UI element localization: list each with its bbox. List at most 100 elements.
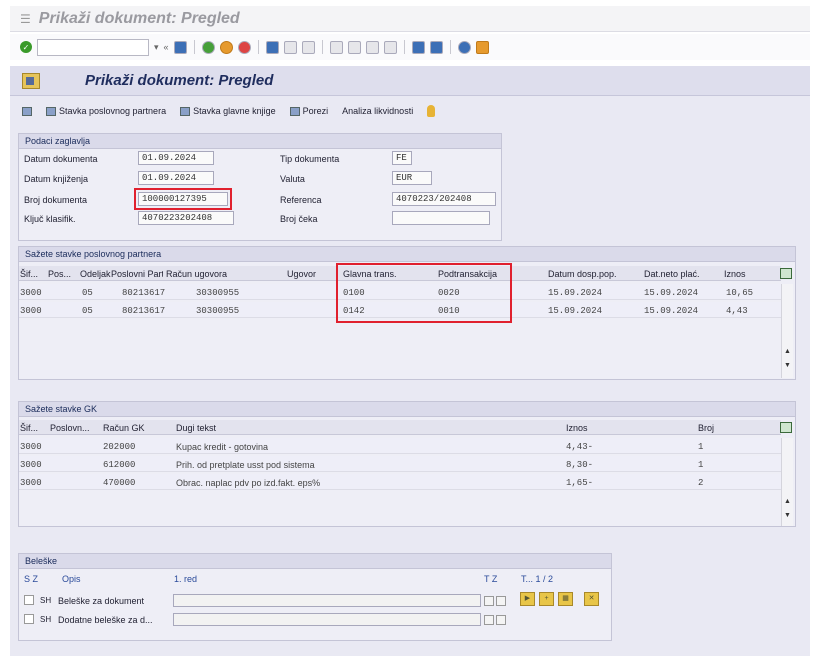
notes-row-checkbox[interactable]	[24, 595, 34, 605]
notes-t-checkbox[interactable]	[484, 596, 494, 606]
exit-icon[interactable]	[219, 40, 233, 54]
scroll-up-icon[interactable]: ▲	[784, 348, 791, 355]
taxes-button[interactable]: Porezi	[289, 106, 328, 116]
cheque-field[interactable]	[392, 211, 490, 225]
gl-col-header[interactable]: Broj	[698, 423, 714, 433]
bp-col-header[interactable]: Dat.neto plać.	[644, 269, 700, 279]
note-delete-icon[interactable]: ✕	[584, 592, 599, 606]
gl-col-header[interactable]: Iznos	[566, 423, 588, 433]
notes-row-label: Beleške za dokument	[58, 596, 145, 606]
class-key-label: Ključ klasifik.	[24, 214, 76, 224]
doc-type-label: Tip dokumenta	[280, 154, 340, 164]
bp-col-header[interactable]: Datum dosp.pop.	[548, 269, 617, 279]
print-icon[interactable]	[265, 40, 279, 54]
back-history-icon[interactable]: «	[164, 42, 169, 52]
scroll-down-icon[interactable]: ▼	[784, 512, 791, 519]
table-icon	[46, 106, 56, 116]
note-edit-icon[interactable]: ▶	[520, 592, 535, 606]
system-toolbar: ✓ ▾ «	[10, 34, 810, 60]
doc-number-highlight	[134, 188, 232, 210]
notes-line-field[interactable]	[173, 613, 481, 626]
notes-t-checkbox[interactable]	[484, 615, 494, 625]
note-table-icon[interactable]: ▦	[558, 592, 573, 606]
class-key-field[interactable]: 4070223202408	[138, 211, 234, 225]
back-icon[interactable]	[201, 40, 215, 54]
glasses-icon	[22, 106, 32, 116]
previous-page-icon[interactable]	[347, 40, 361, 54]
liquidity-analysis-button[interactable]: Analiza likvidnosti	[342, 106, 413, 116]
table-icon	[289, 106, 300, 116]
save-icon[interactable]	[173, 40, 187, 54]
notes-z-checkbox[interactable]	[496, 615, 506, 625]
find-next-icon[interactable]	[301, 40, 315, 54]
screen-title: Prikaži dokument: Pregled	[85, 72, 274, 89]
bp-col-header[interactable]: Iznos	[724, 269, 746, 279]
application-toolbar: Stavka poslovnog partnera Stavka glavne …	[10, 100, 810, 122]
enter-icon[interactable]: ✓	[20, 41, 32, 53]
gl-col-header[interactable]: Šif...	[20, 423, 38, 433]
cheque-label: Broj čeka	[280, 214, 318, 224]
gl-col-header[interactable]: Račun GK	[103, 423, 145, 433]
doc-date-field[interactable]: 01.09.2024	[138, 151, 214, 165]
bp-col-header[interactable]: Pos...	[48, 269, 71, 279]
notes-group-title: Beleške	[19, 554, 611, 569]
sap-window-icon: ☰	[20, 11, 31, 26]
customize-layout-icon[interactable]	[475, 40, 489, 54]
document-icon	[22, 72, 40, 89]
note-new-icon[interactable]: +	[539, 592, 554, 606]
gl-group-title: Sažete stavke GK	[19, 402, 795, 417]
scroll-up-icon[interactable]: ▲	[784, 498, 791, 505]
notes-col-line: 1. red	[174, 574, 198, 584]
gl-vertical-scrollbar[interactable]: ▲ ▼	[781, 438, 793, 526]
post-date-label: Datum knjiženja	[24, 174, 89, 184]
window-title-bar: ☰ Prikaži dokument: Pregled	[10, 6, 810, 32]
bp-col-header[interactable]: Poslovni Partner	[111, 269, 163, 279]
last-page-icon[interactable]	[383, 40, 397, 54]
doc-number-label: Broj dokumenta	[24, 195, 88, 205]
bp-col-header[interactable]: Račun ugovora	[166, 269, 227, 279]
notes-line-field[interactable]	[173, 594, 481, 607]
column-settings-icon[interactable]	[780, 268, 792, 279]
notes-col-tz: T Z	[484, 574, 498, 584]
lightbulb-icon[interactable]	[427, 105, 436, 117]
bp-items-button[interactable]: Stavka poslovnog partnera	[46, 106, 166, 116]
transaction-highlight	[336, 263, 512, 323]
doc-type-field[interactable]: FE	[392, 151, 412, 165]
reference-label: Referenca	[280, 195, 322, 205]
gl-items-button[interactable]: Stavka glavne knjige	[180, 106, 276, 116]
shortcut-icon[interactable]	[429, 40, 443, 54]
bp-group-title: Sažete stavke poslovnog partnera	[19, 247, 795, 262]
next-page-icon[interactable]	[365, 40, 379, 54]
column-settings-icon[interactable]	[780, 422, 792, 433]
notes-col-desc: Opis	[62, 574, 81, 584]
bp-col-header[interactable]: Odeljak	[80, 269, 111, 279]
command-history-icon[interactable]: ▾	[154, 42, 159, 53]
notes-pager: T... 1 / 2	[521, 574, 554, 584]
cancel-icon[interactable]	[237, 40, 251, 54]
first-page-icon[interactable]	[329, 40, 343, 54]
currency-field[interactable]: EUR	[392, 171, 432, 185]
currency-label: Valuta	[280, 174, 305, 184]
notes-row-checkbox[interactable]	[24, 614, 34, 624]
header-group-title: Podaci zaglavlja	[19, 134, 501, 149]
post-date-field[interactable]: 01.09.2024	[138, 171, 214, 185]
doc-date-label: Datum dokumenta	[24, 154, 98, 164]
notes-z-checkbox[interactable]	[496, 596, 506, 606]
reference-field[interactable]: 4070223/202408	[392, 192, 496, 206]
scroll-down-icon[interactable]: ▼	[784, 362, 791, 369]
gl-col-header[interactable]: Dugi tekst	[176, 423, 216, 433]
bp-vertical-scrollbar[interactable]: ▲ ▼	[781, 284, 793, 378]
screen-title-bar: Prikaži dokument: Pregled	[10, 66, 810, 96]
bp-col-header[interactable]: Ugovor	[287, 269, 316, 279]
display-change-button[interactable]	[22, 106, 32, 116]
find-icon[interactable]	[283, 40, 297, 54]
command-field[interactable]	[37, 38, 149, 56]
notes-col-sz: S Z	[24, 574, 39, 584]
bp-col-header[interactable]: Šif...	[20, 269, 38, 279]
table-icon	[180, 106, 191, 116]
window-title: Prikaži dokument: Pregled	[38, 9, 240, 27]
notes-row-label: Dodatne beleške za d...	[58, 615, 153, 625]
gl-col-header[interactable]: Poslovn...	[50, 423, 90, 433]
new-session-icon[interactable]	[411, 40, 425, 54]
help-icon[interactable]	[457, 40, 471, 54]
